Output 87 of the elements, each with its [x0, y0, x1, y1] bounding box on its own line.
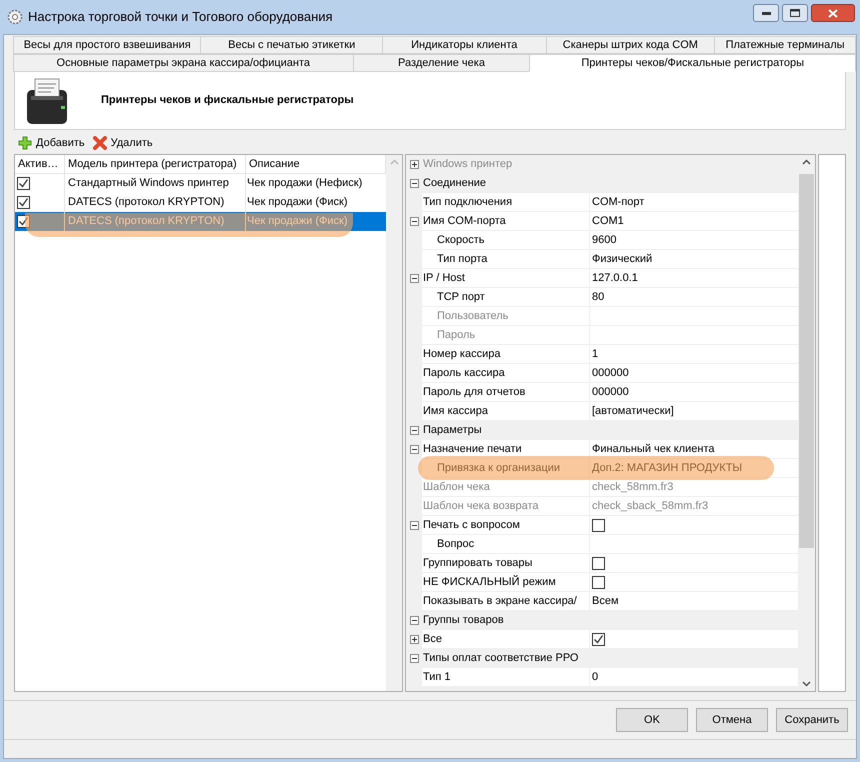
table-row[interactable]: Стандартный Windows принтер Чек продажи (Нефиск)	[15, 174, 386, 193]
checkbox[interactable]	[592, 632, 605, 646]
scroll-thumb[interactable]	[799, 174, 814, 548]
gear-icon	[7, 9, 23, 25]
dialog-button[interactable]: Сохранить	[776, 708, 848, 732]
dialog-button[interactable]: OK	[616, 708, 688, 732]
category-label: Windows принтер	[422, 156, 512, 172]
close-icon	[828, 8, 838, 18]
property-label: Печать с вопросом	[423, 518, 520, 533]
column-header[interactable]: Модель принтера (регистратора)	[65, 155, 246, 173]
tab[interactable]: Индикаторы клиента	[382, 36, 547, 54]
window-title: Настрока торговой точки и Тогового оборудования	[28, 8, 333, 26]
category-label: Группы товаров	[422, 612, 504, 628]
property-label: IP / Host	[423, 270, 465, 286]
table-cell-text: Чек продажи (Фиск)	[246, 195, 349, 210]
minimize-icon	[762, 12, 770, 14]
checkbox[interactable]	[592, 576, 605, 588]
property-value[interactable]: 1	[592, 346, 598, 362]
collapse-icon[interactable]	[410, 274, 418, 283]
dialog-button[interactable]: Отмена	[696, 708, 768, 732]
plus-icon	[18, 136, 32, 150]
property-label: Скорость	[437, 232, 485, 248]
checkbox[interactable]	[17, 177, 30, 190]
table-cell-text: Чек продажи (Нефиск)	[246, 176, 364, 192]
property-label: Имя COM-порта	[423, 214, 506, 229]
property-label: Пароль	[437, 328, 476, 343]
checkbox[interactable]	[592, 556, 605, 570]
table-cell-text: Чек продажи (Фиск)	[246, 214, 349, 230]
tab[interactable]: Весы с печатью этикетки	[200, 36, 383, 54]
add-button[interactable]: Добавить	[18, 134, 85, 152]
property-label: TCP порт	[437, 290, 485, 305]
checkbox[interactable]	[17, 196, 30, 209]
property-label: Имя кассира	[423, 404, 488, 419]
delete-button[interactable]: Удалить	[92, 134, 153, 152]
scrollbar[interactable]	[386, 155, 402, 691]
collapse-icon[interactable]	[410, 445, 418, 454]
property-value[interactable]: 000000	[592, 384, 629, 400]
property-value[interactable]: 000000	[592, 364, 629, 382]
property-label: Тип 1	[423, 670, 451, 685]
tab[interactable]: Сканеры штрих кода COM	[546, 36, 716, 54]
collapse-icon[interactable]	[410, 521, 418, 530]
property-value[interactable]: 0	[592, 668, 598, 686]
property-label: Тип подключения	[423, 194, 512, 210]
property-value[interactable]: COM1	[592, 212, 624, 230]
tab[interactable]: Основные параметры экрана кассира/официанта	[13, 54, 354, 72]
property-label: Шаблон чека	[423, 480, 490, 495]
property-label: Тип порта	[437, 252, 488, 267]
property-label: Пароль для отчетов	[423, 384, 526, 400]
minimize-button[interactable]	[753, 4, 779, 22]
category-label: Параметры	[422, 422, 482, 438]
property-label: Вопрос	[437, 536, 474, 552]
category-label: Соединение	[422, 176, 486, 191]
table-cell: Стандартный Windows принтер	[65, 174, 246, 193]
tab[interactable]: Разделение чека	[352, 54, 530, 72]
property-label: Пароль кассира	[423, 366, 505, 381]
collapse-icon[interactable]	[410, 616, 418, 624]
maximize-icon	[790, 9, 800, 17]
property-label: Номер кассира	[423, 346, 500, 362]
property-value[interactable]: 9600	[592, 232, 616, 248]
tab[interactable]: Платежные терминалы	[714, 36, 856, 54]
collapse-icon[interactable]	[410, 426, 418, 434]
property-label: Группировать товары	[423, 556, 532, 571]
header-title: Принтеры чеков и фискальные регистраторы	[101, 93, 354, 108]
property-label: Показывать в экране кассира/	[423, 594, 577, 609]
category-label: Типы оплат соответствие РРО	[422, 650, 578, 666]
collapse-icon[interactable]	[410, 654, 418, 662]
property-value[interactable]: 127.0.0.1	[592, 270, 638, 286]
property-label: Привязка к организации	[437, 460, 560, 476]
cross-icon	[92, 136, 107, 150]
collapse-icon[interactable]	[410, 217, 418, 226]
property-value[interactable]: 80	[592, 288, 604, 306]
property-label: Назначение печати	[423, 442, 522, 457]
checkbox[interactable]	[17, 215, 30, 228]
property-label: Все	[423, 632, 442, 647]
expand-icon[interactable]	[410, 635, 418, 644]
checkbox[interactable]	[592, 518, 605, 532]
collapse-icon[interactable]	[410, 178, 418, 188]
table-cell: DATECS (протокол KRYPTON)	[65, 212, 246, 231]
column-header[interactable]: Актив…	[15, 155, 65, 173]
property-value[interactable]: Всем	[592, 592, 619, 610]
maximize-button[interactable]	[782, 4, 808, 22]
tab[interactable]: Весы для простого взвешивания	[13, 36, 202, 54]
close-button[interactable]	[811, 4, 855, 22]
property-label: Пользователь	[437, 308, 508, 324]
property-label: НЕ ФИСКАЛЬНЫЙ режим	[423, 574, 556, 590]
tab[interactable]: Принтеры чеков/Фискальные регистраторы	[529, 54, 856, 72]
property-label: Шаблон чека возврата	[423, 498, 538, 514]
